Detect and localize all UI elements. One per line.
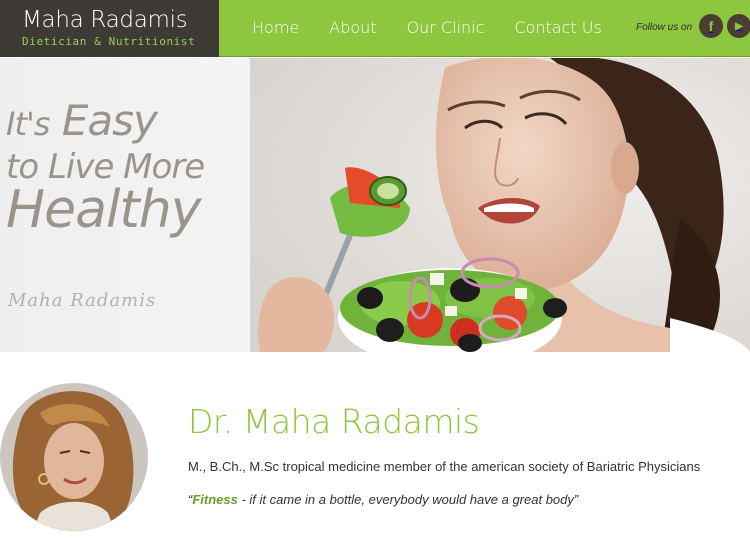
hero-banner: It's Easy to Live More Healthy Maha Rada… [0, 58, 750, 352]
nav-contact-us[interactable]: Contact Us [514, 18, 601, 37]
logo-name: Maha Radamis [22, 7, 188, 33]
hero-tagline: It's Easy to Live More Healthy [6, 100, 205, 240]
nav-about[interactable]: About [329, 18, 376, 37]
hero-woman-salad-image [250, 58, 750, 352]
site-logo[interactable]: Maha Radamis Dietician & Nutritionist [0, 0, 219, 57]
quote-keyword: Fitness [192, 492, 238, 507]
hero-signature: Maha Radamis [8, 290, 157, 311]
doctor-name: Dr. Maha Radamis [188, 402, 480, 441]
facebook-glyph: f [708, 18, 714, 34]
doctor-credentials: M., B.Ch., M.Sc tropical medicine member… [188, 459, 701, 474]
quote-text: - if it came in a bottle, everybody woul… [237, 492, 579, 507]
logo-subtitle: Dietician & Nutritionist [22, 35, 196, 48]
tagline-line2: to Live More [6, 147, 205, 187]
youtube-icon[interactable]: ▶ [727, 14, 750, 38]
doctor-avatar [0, 383, 148, 531]
tagline-easy: Easy [61, 96, 158, 145]
main-nav: Home About Our Clinic Contact Us [252, 18, 602, 37]
tagline-prefix: It's [6, 105, 50, 143]
doctor-quote: “Fitness - if it came in a bottle, every… [188, 492, 578, 507]
site-header: Maha Radamis Dietician & Nutritionist Ho… [0, 0, 750, 57]
tagline-line3: Healthy [6, 180, 202, 240]
follow-us-label: Follow us on [636, 22, 693, 33]
nav-home[interactable]: Home [252, 18, 299, 37]
youtube-glyph: ▶ [735, 20, 743, 32]
nav-our-clinic[interactable]: Our Clinic [407, 18, 485, 37]
facebook-icon[interactable]: f [699, 14, 723, 38]
